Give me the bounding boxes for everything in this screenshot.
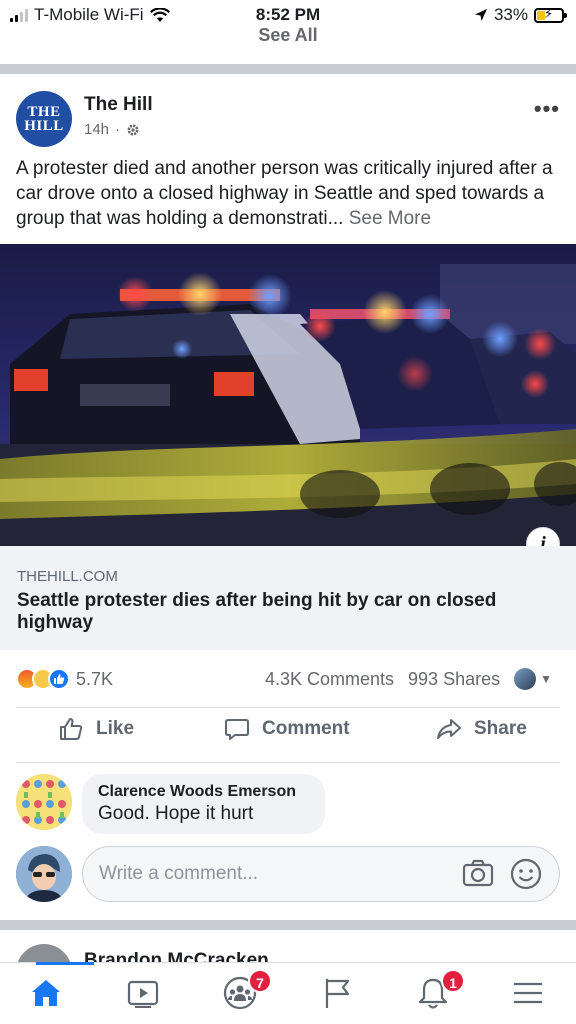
see-all-link[interactable]: See All	[0, 25, 576, 46]
battery-icon: ⚡	[534, 6, 567, 23]
comment-bubble[interactable]: Clarence Woods Emerson Good. Hope it hur…	[82, 774, 325, 834]
page-name[interactable]: The Hill	[84, 94, 153, 116]
comment-text: Good. Hope it hurt	[98, 803, 254, 824]
thumbs-up-icon	[60, 718, 83, 740]
tab-menu[interactable]	[510, 975, 550, 1015]
reaction-as-avatar[interactable]	[514, 668, 537, 690]
section-divider	[0, 920, 576, 930]
my-avatar[interactable]	[16, 846, 72, 902]
post-text: A protester died and another person was …	[16, 156, 562, 231]
pattern-avatar-image	[16, 774, 72, 830]
dot-separator: ·	[115, 121, 121, 138]
section-divider	[0, 64, 576, 74]
chevron-down-icon[interactable]: ▼	[540, 672, 552, 686]
more-options-icon[interactable]: •••	[534, 96, 560, 122]
status-right: 33% ⚡	[474, 5, 567, 25]
post-meta: 14h ·	[84, 121, 140, 138]
flag-icon	[325, 979, 350, 1008]
comment-icon	[225, 719, 249, 740]
link-preview-image[interactable]	[0, 244, 576, 546]
comment-label: Comment	[262, 718, 350, 739]
share-arrow-icon	[437, 719, 461, 739]
comment-icons	[461, 857, 543, 891]
notifications-badge: 1	[441, 969, 465, 993]
location-arrow-icon	[474, 9, 487, 21]
gear-icon	[127, 124, 139, 135]
write-comment-field[interactable]	[82, 846, 560, 902]
share-button[interactable]: Share	[436, 716, 527, 742]
comments-count[interactable]: 4.3K Comments	[265, 669, 394, 690]
hamburger-menu-icon	[514, 982, 542, 1004]
tab-groups[interactable]: 7	[222, 969, 272, 1015]
engagement-counts: 4.3K Comments 993 Shares ▼	[265, 668, 552, 690]
shares-count[interactable]: 993 Shares	[408, 669, 500, 690]
profile-photo	[16, 846, 72, 902]
reaction-count: 5.7K	[76, 668, 114, 689]
post-body: A protester died and another person was …	[16, 158, 553, 229]
action-bar: Like Comment Share	[0, 716, 576, 756]
status-bar: T-Mobile Wi-Fi 8:52 PM 33% ⚡	[0, 0, 576, 28]
divider	[16, 762, 560, 763]
tab-notifications[interactable]: 1	[415, 969, 465, 1015]
tab-pages[interactable]	[320, 975, 360, 1015]
tab-home[interactable]	[28, 975, 68, 1015]
share-label: Share	[474, 718, 527, 739]
like-button[interactable]: Like	[58, 716, 134, 742]
link-domain: THEHILL.COM	[17, 568, 118, 585]
divider	[16, 707, 560, 708]
commenter-avatar[interactable]	[16, 774, 72, 830]
video-icon	[127, 980, 159, 1008]
tab-watch[interactable]	[125, 975, 165, 1015]
like-label: Like	[96, 718, 135, 739]
post-time[interactable]: 14h	[84, 121, 109, 138]
comment-button[interactable]: Comment	[224, 716, 350, 742]
comment-input[interactable]	[99, 863, 461, 885]
reactions-summary[interactable]: 5.7K	[16, 668, 113, 690]
smiley-icon[interactable]	[509, 857, 543, 891]
bottom-tab-bar: 7 1	[0, 962, 576, 1024]
police-cars-photo	[0, 244, 576, 546]
like-reaction-icon	[48, 668, 70, 690]
page-avatar[interactable]: THE HILL	[16, 91, 72, 147]
link-title[interactable]: Seattle protester dies after being hit b…	[17, 590, 547, 634]
home-icon	[32, 980, 60, 1006]
camera-icon[interactable]	[461, 857, 495, 891]
active-tab-indicator	[36, 962, 94, 965]
see-more-link[interactable]: See More	[349, 208, 431, 229]
comment-author[interactable]: Clarence Woods Emerson	[98, 783, 309, 801]
battery-percent: 33%	[493, 5, 528, 24]
groups-badge: 7	[248, 969, 272, 993]
